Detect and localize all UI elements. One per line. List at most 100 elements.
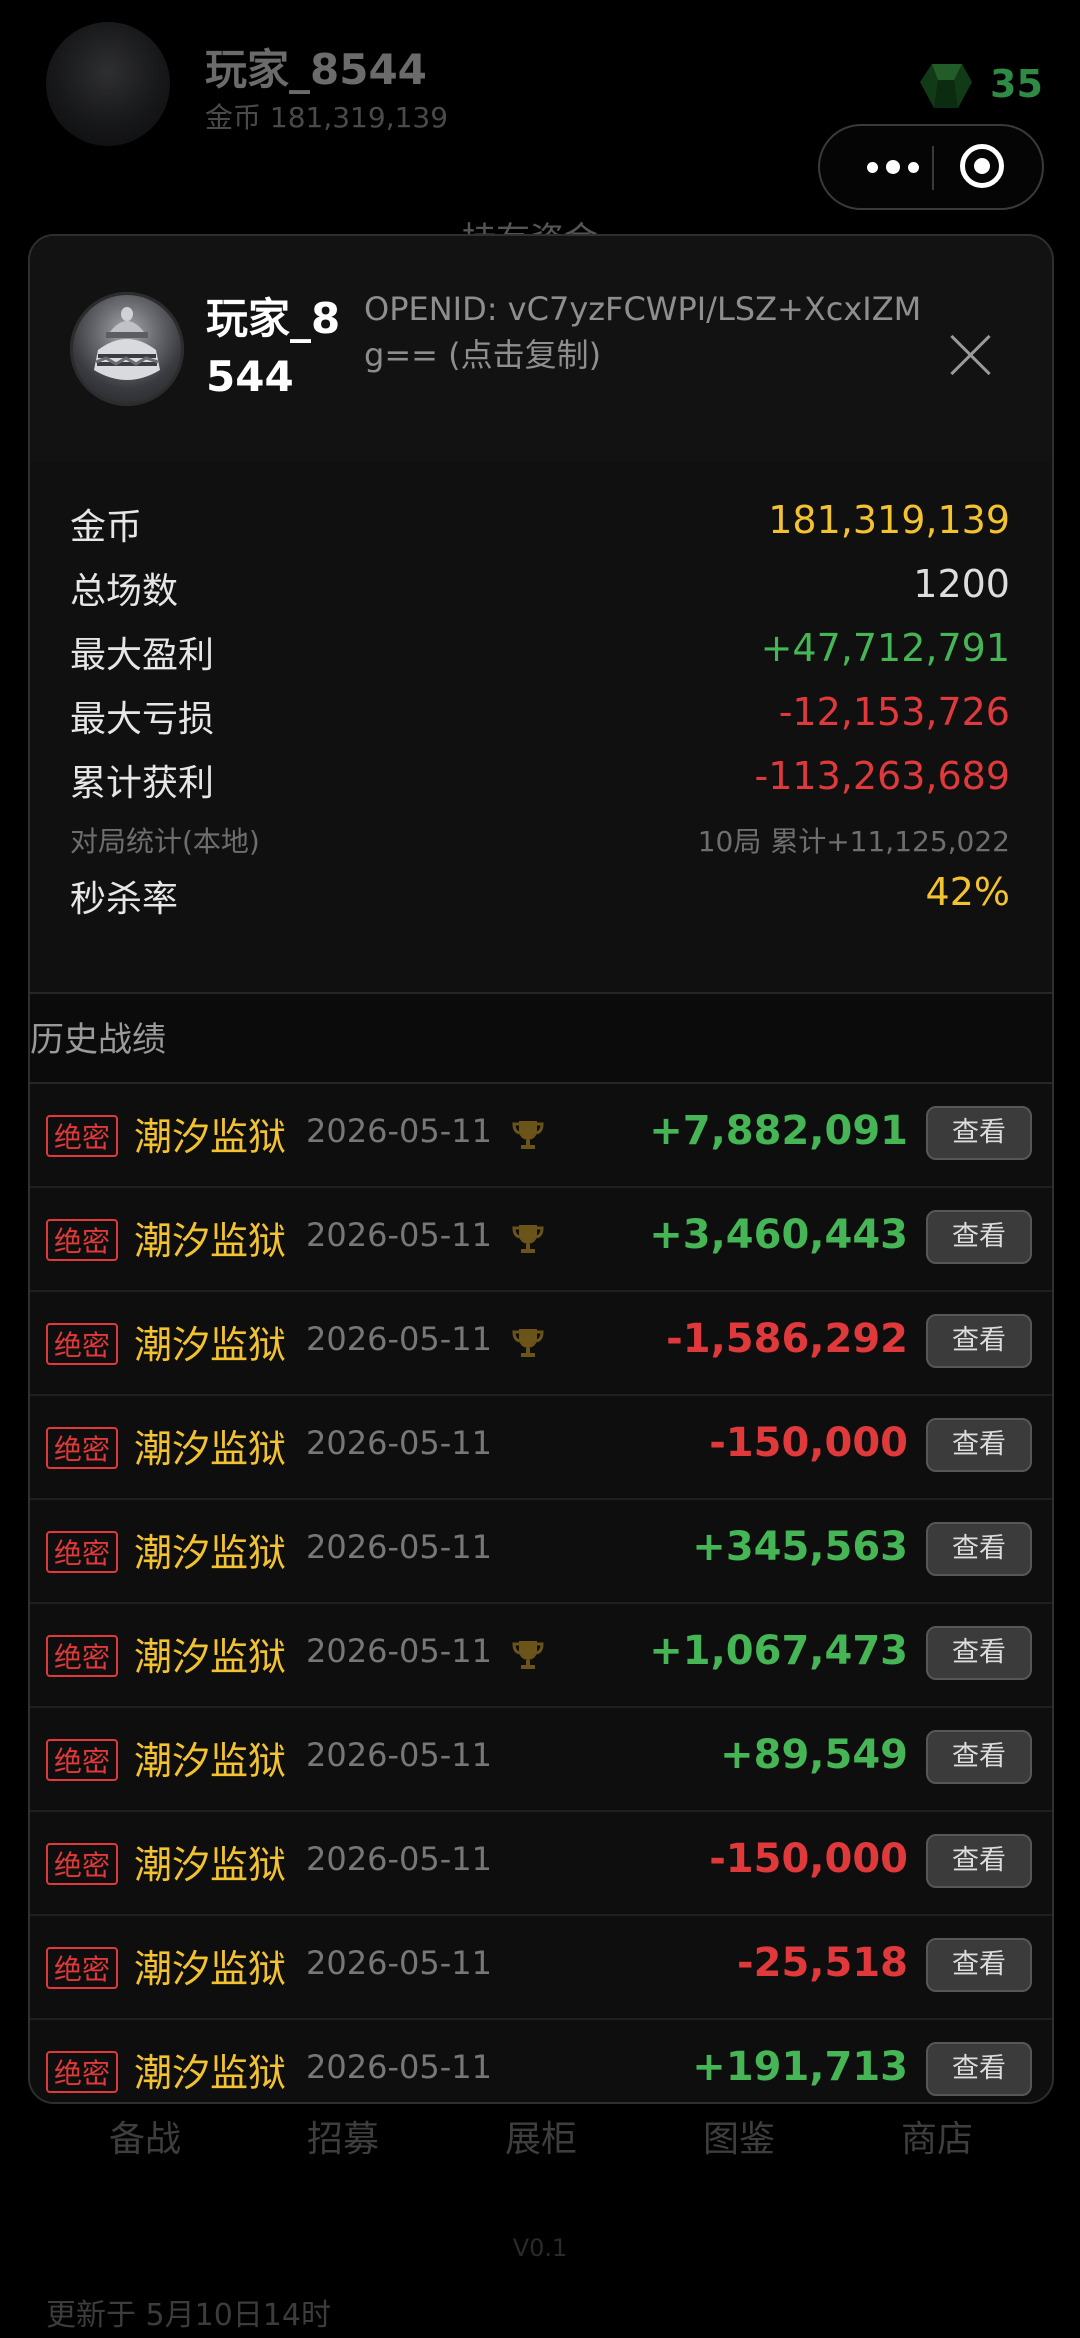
map-name: 潮汐监狱: [134, 1115, 287, 1159]
stat-row-max-loss: 最大亏损 -12,153,726: [70, 690, 1010, 750]
stat-value: -113,263,689: [754, 754, 1010, 798]
stat-label: 最大盈利: [70, 635, 215, 676]
map-name: 潮汐监狱: [134, 1323, 287, 1367]
record-amount: +7,882,091: [649, 1108, 908, 1154]
view-button[interactable]: 查看: [926, 1106, 1032, 1160]
record-date: 2026-05-11: [306, 1112, 492, 1150]
stat-row-cumulative-profit: 累计获利 -113,263,689: [70, 754, 1010, 814]
stat-value: 10局 累计+11,125,022: [697, 825, 1010, 858]
stat-row-kill-rate: 秒杀率 42%: [70, 870, 1010, 930]
map-name: 潮汐监狱: [134, 1947, 287, 1991]
stat-label: 秒杀率: [70, 879, 179, 920]
close-icon[interactable]: [948, 332, 994, 378]
record-amount: -25,518: [737, 1940, 908, 1986]
map-name: 潮汐监狱: [134, 1427, 287, 1471]
difficulty-badge: 绝密: [46, 1219, 119, 1261]
nav-tab-recruit[interactable]: 招募: [243, 2110, 443, 2162]
record-date: 2026-05-11: [306, 1736, 492, 1774]
record-amount: +345,563: [692, 1524, 908, 1570]
difficulty-badge: 绝密: [46, 2051, 119, 2093]
record-date: 2026-05-11: [306, 1632, 492, 1670]
record-date: 2026-05-11: [306, 1944, 492, 1982]
table-row: 绝密 潮汐监狱 2026-05-11 +89,549 查看: [30, 1708, 1052, 1812]
dot-icon: [886, 160, 900, 174]
gem-count: 35: [990, 62, 1043, 106]
update-time-label: 更新于 5月10日14时: [46, 2298, 331, 2333]
table-row: 绝密 潮汐监狱 2026-05-11 -150,000 查看: [30, 1812, 1052, 1916]
stat-value: +47,712,791: [760, 626, 1010, 670]
table-row: 绝密 潮汐监狱 2026-05-11 -150,000 查看: [30, 1396, 1052, 1500]
mini-program-capsule: [818, 124, 1044, 210]
nav-tab-showcase[interactable]: 展柜: [441, 2110, 641, 2162]
gem-icon: [920, 64, 972, 108]
view-button[interactable]: 查看: [926, 1418, 1032, 1472]
openid-copy-link[interactable]: OPENID: vC7yzFCWPI/LSZ+XcxIZMg== (点击复制): [364, 286, 924, 378]
nav-tab-prepare[interactable]: 备战: [45, 2110, 245, 2162]
table-row: 绝密 潮汐监狱 2026-05-11 -1,586,292 查看: [30, 1292, 1052, 1396]
map-name: 潮汐监狱: [134, 1843, 287, 1887]
difficulty-badge: 绝密: [46, 1739, 119, 1781]
view-button[interactable]: 查看: [926, 1938, 1032, 1992]
trophy-icon: [512, 1121, 544, 1149]
background-player-name: 玩家_8544: [205, 45, 427, 94]
table-row: 绝密 潮汐监狱 2026-05-11 +191,713 查看: [30, 2020, 1052, 2102]
record-amount: +89,549: [720, 1732, 908, 1778]
record-amount: +3,460,443: [649, 1212, 908, 1258]
close-miniprogram-button[interactable]: [960, 144, 1004, 188]
trophy-icon: [512, 1641, 544, 1669]
difficulty-badge: 绝密: [46, 1323, 119, 1365]
record-amount: -150,000: [709, 1836, 908, 1882]
background-coins: 金币 181,319,139: [205, 101, 449, 134]
map-name: 潮汐监狱: [134, 1635, 287, 1679]
record-date: 2026-05-11: [306, 1216, 492, 1254]
history-title: 历史战绩: [30, 1020, 166, 1060]
map-name: 潮汐监狱: [134, 1531, 287, 1575]
stat-label: 累计获利: [70, 763, 215, 804]
view-button[interactable]: 查看: [926, 1626, 1032, 1680]
dot-icon: [908, 161, 919, 173]
capsule-divider: [932, 146, 934, 190]
table-row: 绝密 潮汐监狱 2026-05-11 +345,563 查看: [30, 1500, 1052, 1604]
dot-icon: [867, 161, 878, 173]
table-row: 绝密 潮汐监狱 2026-05-11 +7,882,091 查看: [30, 1084, 1052, 1188]
more-menu-button[interactable]: [848, 126, 938, 208]
stat-value: 181,319,139: [768, 498, 1010, 542]
background-avatar: [46, 22, 170, 146]
record-amount: -1,586,292: [666, 1316, 908, 1362]
stat-row-coins: 金币 181,319,139: [70, 498, 1010, 558]
record-date: 2026-05-11: [306, 2048, 492, 2086]
vase-icon: [94, 307, 160, 380]
record-date: 2026-05-11: [306, 1320, 492, 1358]
stats-panel: 金币 181,319,139 总场数 1200 最大盈利 +47,712,791…: [30, 462, 1052, 994]
view-button[interactable]: 查看: [926, 1730, 1032, 1784]
background-bottom-nav: 备战 招募 展柜 图鉴 商店: [0, 2110, 1080, 2180]
record-date: 2026-05-11: [306, 1840, 492, 1878]
difficulty-badge: 绝密: [46, 1635, 119, 1677]
avatar: [70, 292, 184, 406]
trophy-icon: [512, 1329, 544, 1357]
map-name: 潮汐监狱: [134, 1219, 287, 1263]
stat-value: -12,153,726: [778, 690, 1010, 734]
stat-label: 对局统计(本地): [70, 825, 260, 858]
nav-tab-shop[interactable]: 商店: [837, 2110, 1037, 2162]
stat-value: 1200: [913, 562, 1010, 606]
record-amount: -150,000: [709, 1420, 908, 1466]
stat-row-max-profit: 最大盈利 +47,712,791: [70, 626, 1010, 686]
nav-tab-codex[interactable]: 图鉴: [639, 2110, 839, 2162]
view-button[interactable]: 查看: [926, 1210, 1032, 1264]
version-label: V0.1: [512, 2234, 568, 2262]
table-row: 绝密 潮汐监狱 2026-05-11 +3,460,443 查看: [30, 1188, 1052, 1292]
stat-label: 最大亏损: [70, 699, 215, 740]
view-button[interactable]: 查看: [926, 1522, 1032, 1576]
trophy-icon: [512, 1225, 544, 1253]
modal-header: 玩家_8544 OPENID: vC7yzFCWPI/LSZ+XcxIZMg==…: [30, 236, 1052, 464]
stat-value: 42%: [925, 870, 1010, 914]
view-button[interactable]: 查看: [926, 2042, 1032, 2096]
stat-label: 总场数: [70, 571, 179, 612]
history-list: 绝密 潮汐监狱 2026-05-11 +7,882,091 查看 绝密 潮汐监狱 2026-0…: [30, 1084, 1052, 2102]
view-button[interactable]: 查看: [926, 1314, 1032, 1368]
record-amount: +191,713: [692, 2044, 908, 2090]
view-button[interactable]: 查看: [926, 1834, 1032, 1888]
difficulty-badge: 绝密: [46, 1947, 119, 1989]
map-name: 潮汐监狱: [134, 2051, 287, 2095]
